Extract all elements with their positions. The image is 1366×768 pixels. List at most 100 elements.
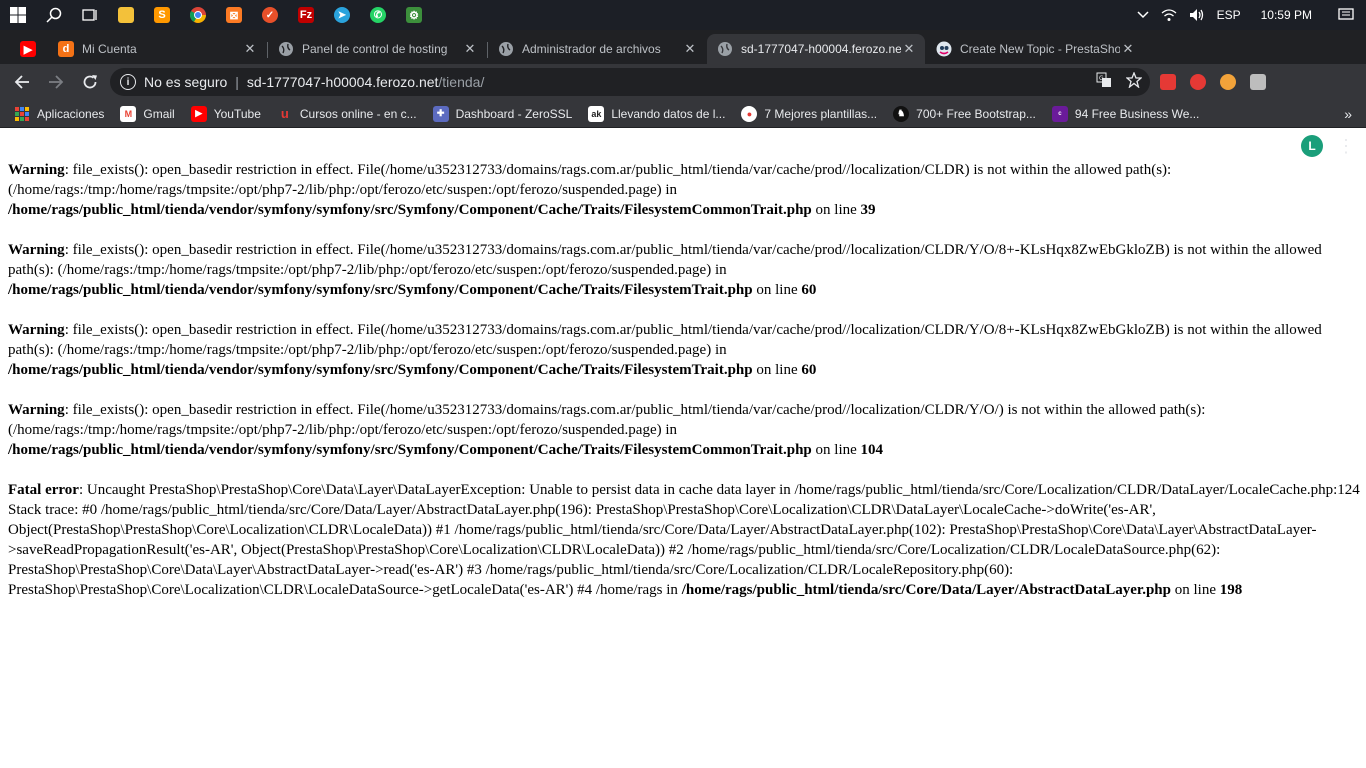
reload-button[interactable] <box>74 66 106 98</box>
close-icon[interactable]: ✕ <box>682 41 698 57</box>
back-button[interactable] <box>6 66 38 98</box>
extension-icon-1[interactable] <box>1160 74 1176 90</box>
fatal-error-file: /home/rags/public_html/tienda/src/Core/D… <box>681 582 1171 598</box>
bookmark-plantillas[interactable]: ● 7 Mejores plantillas... <box>733 100 885 128</box>
warning-file: /home/rags/public_html/tienda/vendor/sym… <box>8 202 812 218</box>
globe-icon <box>498 41 514 57</box>
extension-icon-3[interactable] <box>1220 74 1236 90</box>
warning-label: Warning <box>8 322 65 338</box>
tab-title: sd-1777047-h00004.ferozo.net <box>741 42 901 56</box>
on-line-text: on line <box>752 362 802 378</box>
tab-title: Mi Cuenta <box>82 42 137 56</box>
on-line-text: on line <box>811 442 861 458</box>
fatal-error-line: 198 <box>1219 582 1243 598</box>
php-fatal-error: Fatal error: Uncaught PrestaShop\PrestaS… <box>8 480 1360 600</box>
close-icon[interactable]: ✕ <box>462 41 478 57</box>
sublime-text-icon[interactable]: S <box>144 0 180 30</box>
bookmark-business[interactable]: c 94 Free Business We... <box>1044 100 1208 128</box>
whatsapp-icon[interactable]: ✆ <box>360 0 396 30</box>
bookmark-gmail[interactable]: M Gmail <box>112 100 182 128</box>
app-icon-2[interactable]: ⚙ <box>396 0 432 30</box>
warning-text: : file_exists(): open_basedir restrictio… <box>8 242 1322 278</box>
chevron-up-icon[interactable] <box>1131 0 1155 30</box>
page-content: Warning: file_exists(): open_basedir res… <box>8 160 1360 620</box>
language-indicator[interactable]: ESP <box>1211 0 1247 30</box>
warning-line: 104 <box>860 442 884 458</box>
ak-icon: ak <box>588 105 605 122</box>
bookmark-label: Aplicaciones <box>37 106 105 121</box>
address-bar[interactable]: i No es seguro | sd-1777047-h00004.feroz… <box>110 68 1150 96</box>
bookmark-label: YouTube <box>213 106 261 121</box>
bookmark-label: 7 Mejores plantillas... <box>764 106 878 121</box>
menu-icon[interactable]: ⋮ <box>1336 134 1356 158</box>
notification-icon[interactable] <box>1326 0 1366 30</box>
filezilla-icon[interactable]: Fz <box>288 0 324 30</box>
warning-file: /home/rags/public_html/tienda/vendor/sym… <box>8 362 753 378</box>
warning-line: 60 <box>801 282 817 298</box>
youtube-icon: ▶ <box>190 105 207 122</box>
warning-line: 60 <box>801 362 817 378</box>
wifi-icon[interactable] <box>1155 0 1183 30</box>
tab-prestashop-topic[interactable]: Create New Topic - PrestaShop ✕ <box>926 34 1144 64</box>
chrome-icon[interactable] <box>180 0 216 30</box>
tab-mi-cuenta[interactable]: d Mi Cuenta ✕ <box>48 34 266 64</box>
bookmark-label: Gmail <box>143 106 175 121</box>
forward-button[interactable] <box>40 66 72 98</box>
site-icon: ● <box>741 105 758 122</box>
info-icon[interactable]: i <box>120 74 136 90</box>
translate-icon[interactable]: G <box>1096 72 1112 91</box>
url-path: /tienda/ <box>438 74 485 90</box>
svg-text:G: G <box>1099 75 1104 82</box>
telegram-icon[interactable]: ➤ <box>324 0 360 30</box>
puzzle-icon: ✚ <box>432 105 449 122</box>
bookmark-zerossl[interactable]: ✚ Dashboard - ZeroSSL <box>425 100 581 128</box>
clock[interactable]: 10:59 PM <box>1247 0 1326 30</box>
bookmark-llevando-datos[interactable]: ak Llevando datos de l... <box>580 100 733 128</box>
close-icon[interactable]: ✕ <box>242 41 258 57</box>
globe-icon <box>717 41 733 57</box>
windows-taskbar: S ⊠ ✓ Fz ➤ ✆ ⚙ ESP 10:59 PM <box>0 0 1366 30</box>
bookmark-label: Cursos online - en c... <box>299 106 417 121</box>
bookmark-youtube[interactable]: ▶ YouTube <box>183 100 269 128</box>
volume-icon[interactable] <box>1183 0 1211 30</box>
bookmark-star-icon[interactable] <box>1125 71 1143 91</box>
more-bookmarks-chevron-icon[interactable]: » <box>1344 100 1352 128</box>
profile-avatar[interactable]: L <box>1301 135 1323 157</box>
warning-file: /home/rags/public_html/tienda/vendor/sym… <box>8 442 812 458</box>
warning-label: Warning <box>8 162 65 178</box>
security-label[interactable]: No es seguro <box>144 74 227 90</box>
close-icon[interactable]: ✕ <box>901 41 917 57</box>
bookmark-bootstrap[interactable]: ♞ 700+ Free Bootstrap... <box>885 100 1044 128</box>
php-warning: Warning: file_exists(): open_basedir res… <box>8 240 1360 300</box>
d-favicon-icon: d <box>58 41 74 57</box>
warning-text: : file_exists(): open_basedir restrictio… <box>8 322 1322 358</box>
warning-file: /home/rags/public_html/tienda/vendor/sym… <box>8 282 753 298</box>
task-view-icon[interactable] <box>72 0 108 30</box>
extension-icon-2[interactable] <box>1190 74 1206 90</box>
tab-ferozo-active[interactable]: sd-1777047-h00004.ferozo.net ✕ <box>707 34 925 64</box>
tab-panel-de-control[interactable]: Panel de control de hosting ✕ <box>268 34 486 64</box>
bookmark-label: Dashboard - ZeroSSL <box>455 106 573 121</box>
browser-toolbar: i No es seguro | sd-1777047-h00004.feroz… <box>0 64 1366 157</box>
app-icon[interactable]: ✓ <box>252 0 288 30</box>
fatal-error-label: Fatal error <box>8 482 79 498</box>
warning-text: : file_exists(): open_basedir restrictio… <box>8 402 1206 438</box>
tab-title: Administrador de archivos <box>522 42 661 56</box>
bookmark-cursos-online[interactable]: u Cursos online - en c... <box>269 100 425 128</box>
bookmarks-bar: Aplicaciones M Gmail ▶ YouTube u Cursos … <box>0 100 1366 128</box>
bookmark-aplicaciones[interactable]: Aplicaciones <box>0 100 112 128</box>
on-line-text: on line <box>1170 582 1220 598</box>
php-warning: Warning: file_exists(): open_basedir res… <box>8 320 1360 380</box>
tab-youtube-pinned[interactable]: ▶ <box>10 34 42 64</box>
tab-administrador-archivos[interactable]: Administrador de archivos ✕ <box>488 34 706 64</box>
prestashop-icon <box>936 41 952 57</box>
colorlib-icon: c <box>1051 105 1068 122</box>
extension-icon-4[interactable] <box>1250 74 1266 90</box>
fatal-error-text: : Uncaught PrestaShop\PrestaShop\Core\Da… <box>8 482 1360 598</box>
search-icon[interactable] <box>36 0 72 30</box>
windows-start-icon[interactable] <box>0 0 36 30</box>
globe-icon <box>278 41 294 57</box>
xampp-icon[interactable]: ⊠ <box>216 0 252 30</box>
file-explorer-icon[interactable] <box>108 0 144 30</box>
close-icon[interactable]: ✕ <box>1120 41 1136 57</box>
